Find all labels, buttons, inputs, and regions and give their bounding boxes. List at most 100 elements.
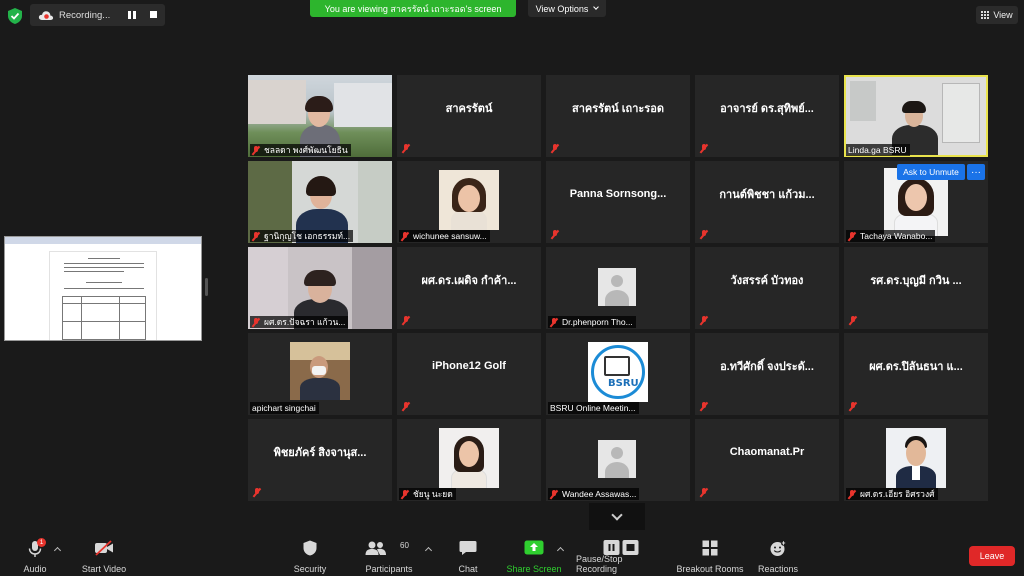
participant-name-label: apichart singchai [250, 402, 319, 414]
muted-mic-icon [700, 230, 708, 239]
participants-button[interactable]: 60 Participants [364, 538, 414, 574]
audio-badge: 1 [37, 538, 46, 547]
muted-mic-icon [700, 402, 708, 411]
grid-view-icon [981, 11, 990, 19]
participant-tile[interactable]: ฐานิกุญโช เอกธรรมท์... [248, 161, 392, 243]
breakout-rooms-button[interactable]: Breakout Rooms [676, 538, 744, 574]
muted-mic-icon [402, 144, 410, 153]
pause-icon [603, 540, 620, 555]
participant-tile[interactable]: ชลลดา พงศ์พัฒนโยธิน [248, 75, 392, 157]
muted-mic-icon [401, 231, 409, 241]
participant-tile[interactable]: พิชยภัคร์ สิงจานุส... [248, 419, 392, 501]
participant-name-label: Tachaya Wanabo... [846, 230, 936, 242]
participants-options-caret[interactable] [424, 546, 433, 555]
share-screen-button[interactable]: Share Screen [506, 538, 562, 574]
participant-tile[interactable]: iPhone12 Golf [397, 333, 541, 415]
muted-mic-icon [252, 317, 260, 327]
participants-count: 60 [400, 541, 409, 550]
participant-tile[interactable]: อาจารย์ ดร.สุทิพย์... [695, 75, 839, 157]
chevron-down-icon [611, 508, 623, 521]
participant-display-name: กานต์พิชชา แก้วม... [719, 189, 815, 201]
next-page-button[interactable] [589, 503, 645, 530]
security-shield-icon[interactable] [8, 8, 22, 24]
participant-display-name: Chaomanat.Pr [729, 446, 805, 458]
participant-name-label: wichunee sansuw... [399, 230, 490, 242]
participant-tile[interactable]: สาครรัตน์ เถาะรอด [546, 75, 690, 157]
muted-mic-icon [551, 144, 559, 153]
participant-name-label: ฐานิกุญโช เอกธรรมท์... [250, 230, 354, 242]
participant-tile[interactable]: รศ.ดร.บุญมี กวิน ... [844, 247, 988, 329]
participant-tile[interactable]: Chaomanat.Pr [695, 419, 839, 501]
chat-bubble-icon [459, 541, 477, 555]
recording-label: Recording... [59, 9, 111, 21]
cloud-recording-icon [38, 11, 54, 20]
participant-tile[interactable]: ผศ.ดร.เผดิจ กำค้า... [397, 247, 541, 329]
participant-tile[interactable]: Panna Sornsong... [546, 161, 690, 243]
share-screen-icon [524, 540, 544, 555]
participant-tile[interactable]: สาครรัตน์ [397, 75, 541, 157]
reactions-button[interactable]: Reactions [756, 538, 800, 574]
participant-tile[interactable]: ผศ.ดร.ปัจฉรา แก้วน... [248, 247, 392, 329]
breakout-rooms-label: Breakout Rooms [676, 564, 744, 574]
muted-mic-icon [849, 316, 857, 325]
leave-button[interactable]: Leave [969, 546, 1015, 566]
default-avatar-icon [598, 440, 636, 478]
muted-mic-icon [402, 402, 410, 411]
start-video-button[interactable]: Start Video [80, 538, 128, 574]
audio-options-caret[interactable] [53, 546, 62, 555]
shared-screen-thumbnail[interactable] [4, 236, 202, 341]
participant-display-name: iPhone12 Golf [432, 360, 506, 372]
view-options-label: View Options [535, 3, 589, 14]
participant-tile[interactable]: วังสรรค์ บัวทอง [695, 247, 839, 329]
audio-button[interactable]: 1 Audio [18, 538, 52, 574]
participant-tile[interactable]: Wandee Assawas... [546, 419, 690, 501]
split-divider-handle[interactable] [205, 278, 208, 296]
view-options-button[interactable]: View Options [528, 0, 606, 17]
smiley-face-icon [770, 540, 787, 556]
participant-name-label: Linda.ga BSRU [846, 144, 910, 156]
profile-photo [886, 428, 946, 488]
ask-to-unmute-button[interactable]: Ask to Unmute [897, 164, 965, 180]
participant-display-name: Panna Sornsong... [569, 188, 667, 200]
participant-tile[interactable]: Dr.phenporn Tho... [546, 247, 690, 329]
participant-tile[interactable]: ผศ.ดร.เอียร อิศรวงศ์ [844, 419, 988, 501]
participant-tile[interactable]: ชัยนู นะยด [397, 419, 541, 501]
video-off-icon [95, 540, 113, 556]
participants-label: Participants [365, 564, 413, 574]
bsru-logo-text: BSRU [608, 378, 639, 389]
shared-screen-toolbar [5, 237, 201, 244]
muted-mic-icon [551, 230, 559, 239]
participant-tile[interactable]: wichunee sansuw... [397, 161, 541, 243]
pause-stop-recording-button[interactable]: Pause/Stop Recording [576, 538, 666, 574]
chat-button[interactable]: Chat [454, 538, 482, 574]
stop-recording-icon[interactable] [150, 11, 157, 18]
muted-mic-icon [402, 316, 410, 325]
security-shield-icon [303, 540, 317, 556]
zoom-meeting-window: Recording... You are viewing สาครรัตน์ เ… [0, 0, 1024, 576]
breakout-rooms-icon [702, 540, 718, 556]
participant-tile-active-speaker[interactable]: Linda.ga BSRU [844, 75, 988, 157]
participant-display-name: วังสรรค์ บัวทอง [730, 275, 804, 287]
gallery-grid: ชลลดา พงศ์พัฒนโยธิน สาครรัตน์ สาครรัตน์ … [248, 75, 989, 501]
profile-photo [290, 342, 350, 400]
muted-mic-icon [253, 488, 261, 497]
participant-tile[interactable]: กานต์พิชชา แก้วม... [695, 161, 839, 243]
participant-display-name: อาจารย์ ดร.สุทิพย์... [720, 103, 814, 115]
participant-name-label: ชัยนู นะยด [399, 488, 456, 500]
participant-name-label: BSRU Online Meetin... [548, 402, 639, 414]
participant-tile[interactable]: อ.ทวีศักดิ์ จงประดั... [695, 333, 839, 415]
muted-mic-icon [700, 316, 708, 325]
pause-recording-icon[interactable] [128, 11, 136, 19]
more-options-button[interactable]: ··· [967, 164, 985, 180]
viewing-screen-banner: You are viewing สาครรัตน์ เถาะรอด's scre… [310, 0, 516, 17]
participant-display-name: รศ.ดร.บุญมี กวิน ... [870, 275, 962, 287]
participant-display-name: ผศ.ดร.เผดิจ กำค้า... [421, 275, 517, 287]
participant-display-name: อ.ทวีศักดิ์ จงประดั... [720, 361, 814, 373]
muted-mic-icon [848, 231, 856, 241]
participant-tile[interactable]: apichart singchai [248, 333, 392, 415]
security-button[interactable]: Security [292, 538, 328, 574]
participant-tile[interactable]: BSRU BSRU Online Meetin... [546, 333, 690, 415]
participant-tile[interactable]: ผศ.ดร.ปิลันธนา แ... [844, 333, 988, 415]
view-button[interactable]: View [976, 6, 1018, 24]
muted-mic-icon [252, 231, 260, 241]
